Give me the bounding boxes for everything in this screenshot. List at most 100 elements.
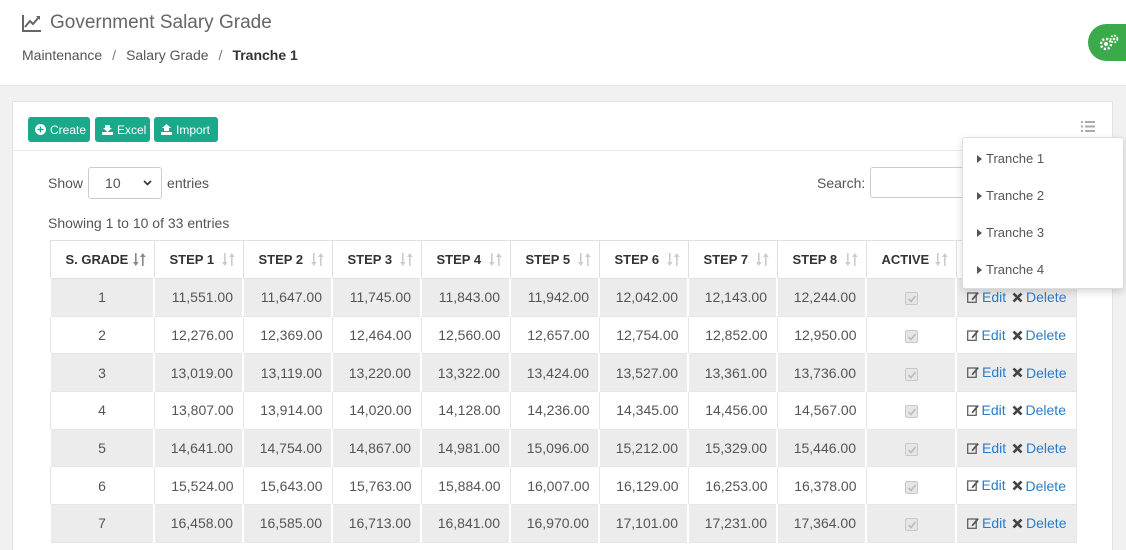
active-cell [865, 428, 957, 468]
import-button[interactable]: Import [154, 117, 218, 142]
step-8-cell: 15,446.00 [776, 428, 867, 468]
step-5-cell: 16,970.00 [509, 504, 600, 543]
entries-length-control: Show 10 entries [48, 167, 209, 199]
edit-link-label: Edit [982, 439, 1007, 456]
edit-link-label: Edit [981, 326, 1006, 343]
step-2-cell: 16,585.00 [242, 504, 333, 543]
step-1-cell: 11,551.00 [153, 278, 244, 317]
edit-link[interactable]: Edit [967, 515, 1006, 531]
delete-link[interactable]: Delete [1012, 289, 1066, 305]
edit-link-label: Edit [982, 514, 1007, 531]
close-icon [1012, 405, 1022, 416]
active-checkbox[interactable] [904, 518, 918, 532]
settings-toggle-button[interactable] [1088, 24, 1126, 61]
edit-icon [966, 480, 979, 492]
table-row: 6 15,524.00 15,643.00 15,763.00 15,884.00 16,… [49, 466, 1077, 506]
salary-grade-cell: 4 [49, 391, 155, 430]
column-header-step-1[interactable]: STEP 1 [153, 240, 244, 279]
edit-link[interactable]: Edit [966, 326, 1006, 343]
column-header-active[interactable]: ACTIVE [865, 240, 957, 279]
step-5-cell: 15,096.00 [509, 428, 600, 468]
column-header-label: STEP 2 [258, 252, 304, 267]
step-7-cell: 14,456.00 [687, 391, 778, 430]
column-header-step-5[interactable]: STEP 5 [509, 240, 600, 279]
column-header-label: STEP 6 [614, 252, 660, 267]
column-header-step-2[interactable]: STEP 2 [242, 240, 333, 279]
active-checkbox[interactable] [904, 405, 918, 419]
create-button[interactable]: Create [28, 117, 90, 142]
delete-link[interactable]: Delete [1012, 515, 1066, 531]
delete-link[interactable]: Delete [1012, 440, 1066, 456]
caret-right-icon [977, 228, 982, 237]
column-header-step-8[interactable]: STEP 8 [776, 240, 867, 279]
excel-button[interactable]: Excel [95, 117, 150, 142]
step-3-cell: 16,713.00 [331, 504, 422, 543]
column-header-step-3[interactable]: STEP 3 [331, 240, 422, 279]
column-header-s-grade[interactable]: S. GRADE [49, 240, 155, 279]
column-header-label: STEP 4 [436, 252, 482, 267]
edit-link[interactable]: Edit [966, 477, 1006, 493]
actions-cell: Edit Delete [955, 428, 1077, 468]
edit-link-label: Edit [982, 364, 1007, 381]
column-header-step-4[interactable]: STEP 4 [420, 240, 511, 279]
step-8-cell: 14,567.00 [776, 391, 867, 430]
salary-grade-cell: 5 [49, 428, 155, 468]
close-icon [1012, 292, 1023, 303]
active-checkbox[interactable] [904, 480, 918, 494]
delete-link[interactable]: Delete [1012, 365, 1066, 381]
entries-label: entries [167, 175, 210, 191]
step-3-cell: 12,464.00 [331, 315, 422, 355]
excel-button-label: Excel [117, 122, 147, 137]
dropdown-item-tranche-2[interactable]: Tranche 2 [977, 188, 1044, 203]
active-cell [865, 353, 957, 393]
step-6-cell: 14,345.00 [598, 391, 689, 430]
entries-select[interactable]: 10 [88, 167, 163, 199]
delete-link[interactable]: Delete [1012, 402, 1066, 418]
column-header-label: STEP 5 [525, 252, 571, 267]
check-icon [907, 446, 916, 454]
active-checkbox[interactable] [904, 367, 918, 381]
column-header-label: STEP 8 [792, 252, 838, 267]
step-4-cell: 14,981.00 [420, 428, 511, 468]
list-menu-icon[interactable] [1081, 120, 1095, 135]
breadcrumb-maintenance[interactable]: Maintenance [22, 47, 102, 63]
page-title: Government Salary Grade [22, 12, 272, 34]
step-7-cell: 13,361.00 [687, 353, 778, 393]
sort-icon [488, 253, 502, 269]
show-label: Show [48, 175, 84, 191]
edit-link[interactable]: Edit [967, 289, 1006, 305]
sort-icon [221, 253, 235, 269]
dropdown-item-tranche-1[interactable]: Tranche 1 [977, 151, 1044, 166]
dropdown-item-tranche-4[interactable]: Tranche 4 [977, 262, 1044, 277]
active-checkbox[interactable] [904, 329, 918, 343]
breadcrumb-separator: / [218, 47, 223, 63]
close-icon [1012, 330, 1022, 340]
breadcrumb-salary-grade[interactable]: Salary Grade [126, 47, 208, 63]
breadcrumb: Maintenance / Salary Grade / Tranche 1 [22, 47, 298, 63]
step-5-cell: 14,236.00 [509, 391, 600, 430]
column-header-step-7[interactable]: STEP 7 [687, 240, 778, 279]
table-row: 3 13,019.00 13,119.00 13,220.00 13,322.00 13,… [49, 353, 1077, 393]
dropdown-item-tranche-3[interactable]: Tranche 3 [977, 225, 1044, 240]
edit-link[interactable]: Edit [967, 364, 1006, 380]
table-header-row: S. GRADE STEP 1 STEP 2 STEP 3 STEP 4 STEP 5 ST… [49, 240, 1077, 279]
step-2-cell: 11,647.00 [242, 278, 333, 317]
step-3-cell: 13,220.00 [331, 353, 422, 393]
step-1-cell: 12,276.00 [153, 315, 244, 355]
sort-icon [577, 253, 591, 269]
delete-link[interactable]: Delete [1012, 327, 1066, 343]
check-icon [907, 371, 916, 379]
edit-link[interactable]: Edit [967, 440, 1006, 456]
page-title-text: Government Salary Grade [50, 12, 272, 33]
table-row: 1 11,551.00 11,647.00 11,745.00 11,843.00 11,… [49, 278, 1077, 317]
caret-right-icon [977, 265, 982, 274]
active-checkbox[interactable] [904, 442, 918, 456]
delete-link[interactable]: Delete [1012, 478, 1066, 494]
actions-cell: Edit Delete [955, 315, 1077, 355]
edit-link[interactable]: Edit [966, 402, 1006, 418]
active-checkbox[interactable] [904, 292, 918, 306]
step-1-cell: 13,807.00 [153, 391, 244, 430]
step-1-cell: 15,524.00 [153, 466, 244, 506]
column-header-step-6[interactable]: STEP 6 [598, 240, 689, 279]
step-4-cell: 11,843.00 [420, 278, 511, 317]
